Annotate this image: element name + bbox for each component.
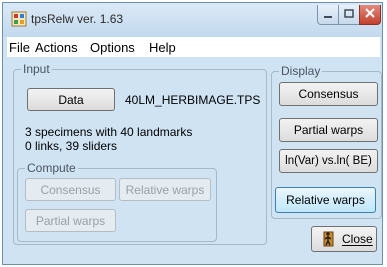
window-title: tpsRelw ver. 1.63 (31, 12, 124, 26)
menu-actions[interactable]: Actions (35, 40, 78, 55)
close-icon (365, 8, 375, 18)
display-relative-warps-button[interactable]: Relative warps (275, 187, 376, 213)
compute-group-label: Compute (25, 161, 78, 175)
menu-help[interactable]: Help (149, 40, 176, 55)
title-bar[interactable]: tpsRelw ver. 1.63 (3, 3, 382, 37)
display-partial-warps-button[interactable]: Partial warps (279, 118, 378, 142)
data-button[interactable]: Data (27, 88, 115, 111)
minimize-button[interactable] (317, 5, 339, 25)
menu-file[interactable]: File (9, 40, 30, 55)
input-group-label: Input (21, 62, 52, 76)
links-info: 0 links, 39 sliders (25, 139, 118, 153)
maximize-button[interactable] (338, 5, 360, 25)
maximize-icon (344, 9, 354, 18)
app-icon (11, 11, 27, 27)
display-group-label: Display (279, 64, 323, 78)
minimize-icon (324, 16, 332, 18)
compute-partial-warps-button[interactable]: Partial warps (25, 209, 116, 232)
app-window: tpsRelw ver. 1.63 File Actions Options H… (2, 2, 383, 265)
door-exit-icon (323, 231, 334, 247)
compute-consensus-button[interactable]: Consensus (25, 178, 116, 201)
close-button-label: Close (342, 232, 373, 246)
close-window-button[interactable] (359, 5, 381, 25)
compute-relative-warps-button[interactable]: Relative warps (119, 178, 211, 201)
menu-bar: File Actions Options Help (7, 37, 380, 57)
specimens-info: 3 specimens with 40 landmarks (25, 125, 193, 139)
close-button[interactable]: Close (311, 226, 377, 252)
menu-options[interactable]: Options (90, 40, 135, 55)
display-consensus-button[interactable]: Consensus (279, 82, 378, 106)
ln-var-vs-ln-be-button[interactable]: ln(Var) vs.ln( BE) (279, 149, 378, 173)
filename-label: 40LM_HERBIMAGE.TPS (125, 93, 261, 107)
